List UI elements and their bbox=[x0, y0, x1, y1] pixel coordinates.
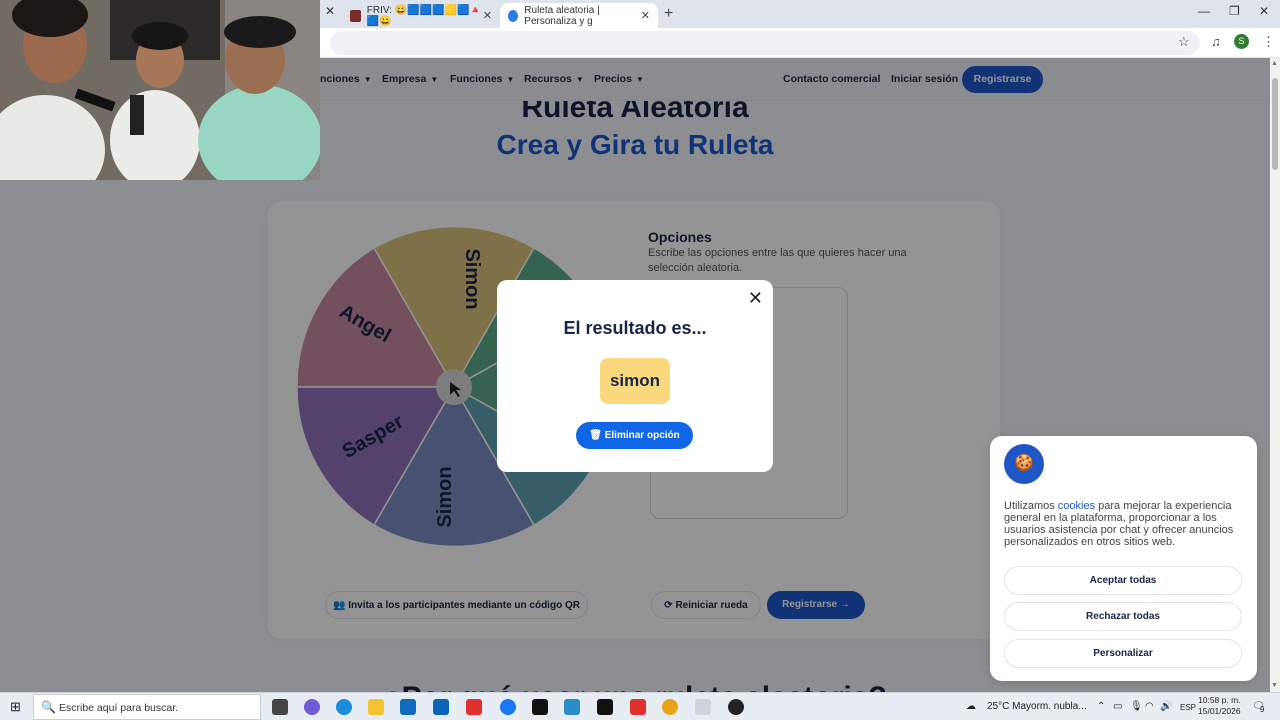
wifi-icon[interactable]: ◠ bbox=[1145, 701, 1154, 712]
search-icon: 🔍 bbox=[41, 700, 56, 714]
clock[interactable]: 10:58 p. m. 15/01/2026 bbox=[1198, 695, 1241, 717]
network-icon[interactable]: ▭ bbox=[1113, 701, 1122, 712]
taskbar-search-input[interactable]: 🔍 Escribe aquí para buscar. bbox=[33, 694, 261, 720]
close-icon[interactable]: ✕ bbox=[641, 9, 650, 22]
media-player-icon[interactable] bbox=[695, 699, 711, 715]
reject-all-button[interactable]: Rechazar todas bbox=[1004, 602, 1242, 631]
cookies-link[interactable]: cookies bbox=[1058, 500, 1095, 512]
result-title: El resultado es... bbox=[563, 318, 707, 338]
scroll-up-icon[interactable]: ▲ bbox=[1271, 60, 1278, 67]
url-input[interactable] bbox=[330, 31, 1200, 55]
cookie-text-start: Utilizamos bbox=[1004, 500, 1058, 512]
weather-icon[interactable]: ☁ bbox=[966, 701, 976, 712]
webcam-overlay bbox=[0, 0, 320, 180]
tab-friv[interactable]: FRIV: 😀🟦🟦🟦🟨🟦🔺🟦😀 ✕ bbox=[342, 3, 500, 28]
close-icon[interactable]: ✕ bbox=[325, 4, 335, 18]
restore-icon[interactable]: ❐ bbox=[1229, 4, 1240, 18]
tab-ruleta[interactable]: Ruleta aleatoria | Personaliza y g ✕ bbox=[500, 3, 658, 28]
scroll-down-icon[interactable]: ▼ bbox=[1271, 682, 1278, 689]
minimize-icon[interactable]: — bbox=[1198, 4, 1210, 18]
cookie-consent-panel: 🍪 Utilizamos cookies para mejorar la exp… bbox=[990, 436, 1257, 681]
customize-button[interactable]: Personalizar bbox=[1004, 639, 1242, 668]
volume-icon[interactable]: 🔊 bbox=[1160, 701, 1172, 712]
outlook-icon[interactable] bbox=[433, 699, 449, 715]
close-icon[interactable]: ✕ bbox=[748, 288, 763, 309]
cookie-icon: 🍪 bbox=[1004, 444, 1044, 484]
windows-start-icon[interactable]: ⊞ bbox=[10, 699, 21, 715]
result-modal: ✕ El resultado es... simon 🗑 Eliminar op… bbox=[497, 280, 773, 472]
clock-time: 10:58 p. m. bbox=[1198, 695, 1241, 705]
chevron-up-icon[interactable]: ⌃ bbox=[1097, 701, 1105, 712]
trash-icon: 🗑 bbox=[589, 430, 605, 441]
youtube-icon[interactable] bbox=[630, 699, 646, 715]
close-icon[interactable]: ✕ bbox=[483, 9, 492, 22]
app-icon[interactable] bbox=[728, 699, 744, 715]
mail-icon[interactable] bbox=[400, 699, 416, 715]
clock-date: 15/01/2026 bbox=[1198, 706, 1241, 716]
accept-all-button[interactable]: Aceptar todas bbox=[1004, 566, 1242, 595]
file-explorer-icon[interactable] bbox=[368, 699, 384, 715]
delete-label: Eliminar opción bbox=[604, 430, 680, 441]
chrome-icon[interactable] bbox=[662, 699, 678, 715]
tab-label: FRIV: 😀🟦🟦🟦🟨🟦🔺🟦😀 bbox=[366, 4, 482, 27]
delete-option-button[interactable]: 🗑 Eliminar opción bbox=[576, 422, 693, 449]
profile-avatar[interactable]: S bbox=[1234, 34, 1249, 49]
app-icon[interactable] bbox=[564, 699, 580, 715]
copilot-icon[interactable] bbox=[304, 699, 320, 715]
search-placeholder: Escribe aquí para buscar. bbox=[59, 702, 179, 714]
scroll-thumb[interactable] bbox=[1272, 78, 1278, 170]
wikipedia-icon[interactable] bbox=[597, 699, 613, 715]
facebook-icon[interactable] bbox=[500, 699, 516, 715]
new-tab-button[interactable]: + bbox=[664, 5, 673, 23]
media-control-icon[interactable]: ♫ bbox=[1211, 34, 1221, 49]
notification-count: 9 bbox=[1260, 705, 1265, 714]
microphone-icon[interactable]: 🎙 bbox=[1130, 701, 1143, 712]
page-scrollbar[interactable]: ▲ ▼ bbox=[1270, 58, 1280, 692]
language-indicator[interactable]: ESP bbox=[1180, 703, 1196, 712]
weather-text[interactable]: 25°C Mayorm. nubla... bbox=[987, 701, 1087, 712]
netflix-icon[interactable] bbox=[532, 699, 548, 715]
tab-label: Ruleta aleatoria | Personaliza y g bbox=[524, 4, 600, 27]
friv-favicon-icon bbox=[350, 9, 361, 22]
windows-taskbar: ⊞ 🔍 Escribe aquí para buscar. ☁ 25°C May… bbox=[0, 692, 1280, 720]
task-view-icon[interactable] bbox=[272, 699, 288, 715]
cookie-text: Utilizamos cookies para mejorar la exper… bbox=[1004, 500, 1244, 548]
bookmark-star-icon[interactable]: ☆ bbox=[1178, 34, 1190, 50]
edge-icon[interactable] bbox=[336, 699, 352, 715]
site-favicon-icon bbox=[508, 9, 519, 22]
result-value: simon bbox=[600, 358, 670, 404]
youtube-icon[interactable] bbox=[466, 699, 482, 715]
close-window-icon[interactable]: ✕ bbox=[1259, 4, 1269, 18]
menu-dots-icon[interactable]: ⋮ bbox=[1262, 34, 1275, 50]
